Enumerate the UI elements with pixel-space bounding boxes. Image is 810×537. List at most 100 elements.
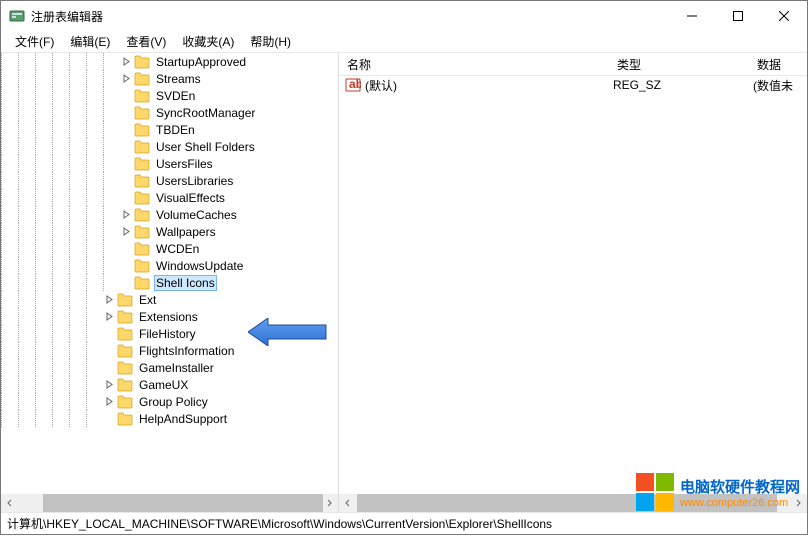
string-value-icon: ab	[345, 77, 361, 93]
scroll-left-icon[interactable]	[1, 494, 19, 512]
tree-item-label: UsersLibraries	[154, 174, 235, 188]
list-hscrollbar[interactable]	[339, 494, 807, 512]
scroll-right-icon[interactable]	[789, 494, 807, 512]
list-row[interactable]: ab (默认) REG_SZ (数值未	[339, 76, 807, 94]
menubar: 文件(F) 编辑(E) 查看(V) 收藏夹(A) 帮助(H)	[1, 31, 807, 53]
tree-item-label: FlightsInformation	[137, 344, 236, 358]
folder-icon	[117, 378, 133, 392]
tree-item-syncrootmanager[interactable]: SyncRootManager	[1, 104, 338, 121]
folder-icon	[134, 174, 150, 188]
tree-item-volumecaches[interactable]: VolumeCaches	[1, 206, 338, 223]
folder-icon	[117, 412, 133, 426]
expander-icon[interactable]	[120, 57, 132, 66]
expander-icon[interactable]	[103, 397, 115, 406]
tree-item-group-policy[interactable]: Group Policy	[1, 393, 338, 410]
scroll-thumb[interactable]	[43, 494, 323, 512]
tree-item-user-shell-folders[interactable]: User Shell Folders	[1, 138, 338, 155]
folder-icon	[134, 55, 150, 69]
folder-icon	[134, 140, 150, 154]
expander-icon[interactable]	[120, 210, 132, 219]
tree-item-filehistory[interactable]: FileHistory	[1, 325, 338, 342]
tree-item-flightsinformation[interactable]: FlightsInformation	[1, 342, 338, 359]
tree-item-svden[interactable]: SVDEn	[1, 87, 338, 104]
titlebar[interactable]: 注册表编辑器	[1, 1, 807, 31]
col-type[interactable]: 类型	[609, 53, 749, 75]
tree-item-userslibraries[interactable]: UsersLibraries	[1, 172, 338, 189]
folder-icon	[117, 344, 133, 358]
scroll-thumb[interactable]	[357, 494, 777, 512]
tree-item-label: SVDEn	[154, 89, 197, 103]
tree-item-label: User Shell Folders	[154, 140, 257, 154]
tree-hscrollbar[interactable]	[1, 494, 338, 512]
expander-icon[interactable]	[103, 295, 115, 304]
scroll-left-icon[interactable]	[339, 494, 357, 512]
app-icon	[9, 8, 25, 24]
tree-item-label: HelpAndSupport	[137, 412, 229, 426]
window-buttons	[669, 1, 807, 31]
menu-file[interactable]: 文件(F)	[7, 31, 62, 52]
tree-item-label: GameUX	[137, 378, 190, 392]
folder-icon	[134, 123, 150, 137]
col-data[interactable]: 数据	[749, 53, 807, 75]
window-title: 注册表编辑器	[31, 8, 669, 25]
tree-item-label: Group Policy	[137, 395, 210, 409]
value-type: REG_SZ	[613, 78, 753, 92]
tree-item-label: WCDEn	[154, 242, 201, 256]
folder-icon	[117, 395, 133, 409]
tree-item-label: VolumeCaches	[154, 208, 239, 222]
menu-view[interactable]: 查看(V)	[118, 31, 174, 52]
tree-item-extensions[interactable]: Extensions	[1, 308, 338, 325]
expander-icon[interactable]	[103, 312, 115, 321]
list-header[interactable]: 名称 类型 数据	[339, 53, 807, 76]
close-button[interactable]	[761, 1, 807, 31]
expander-icon[interactable]	[120, 74, 132, 83]
tree-item-windowsupdate[interactable]: WindowsUpdate	[1, 257, 338, 274]
tree-item-startupapproved[interactable]: StartupApproved	[1, 53, 338, 70]
tree-item-label: StartupApproved	[154, 55, 248, 69]
folder-icon	[117, 327, 133, 341]
tree-item-usersfiles[interactable]: UsersFiles	[1, 155, 338, 172]
tree-item-wcden[interactable]: WCDEn	[1, 240, 338, 257]
folder-icon	[117, 293, 133, 307]
status-bar: 计算机\HKEY_LOCAL_MACHINE\SOFTWARE\Microsof…	[1, 512, 807, 534]
folder-icon	[134, 72, 150, 86]
tree-item-visualeffects[interactable]: VisualEffects	[1, 189, 338, 206]
folder-icon	[134, 276, 150, 290]
value-name: (默认)	[365, 77, 613, 94]
folder-icon	[134, 242, 150, 256]
status-path: 计算机\HKEY_LOCAL_MACHINE\SOFTWARE\Microsof…	[7, 515, 552, 532]
minimize-button[interactable]	[669, 1, 715, 31]
tree-item-label: Shell Icons	[154, 275, 217, 291]
tree-item-label: Wallpapers	[154, 225, 218, 239]
folder-icon	[134, 225, 150, 239]
tree-item-gameinstaller[interactable]: GameInstaller	[1, 359, 338, 376]
tree-item-ext[interactable]: Ext	[1, 291, 338, 308]
folder-icon	[134, 259, 150, 273]
tree-item-streams[interactable]: Streams	[1, 70, 338, 87]
folder-icon	[117, 361, 133, 375]
tree-item-label: GameInstaller	[137, 361, 216, 375]
folder-icon	[117, 310, 133, 324]
expander-icon[interactable]	[103, 380, 115, 389]
registry-editor-window: 注册表编辑器 文件(F) 编辑(E) 查看(V) 收藏夹(A) 帮助(H) St…	[0, 0, 808, 535]
tree-item-wallpapers[interactable]: Wallpapers	[1, 223, 338, 240]
tree-item-label: VisualEffects	[154, 191, 227, 205]
tree-pane[interactable]: StartupApprovedStreams SVDEnSyncRootManag…	[1, 53, 339, 512]
maximize-button[interactable]	[715, 1, 761, 31]
tree-item-label: Ext	[137, 293, 158, 307]
tree-item-tbden[interactable]: TBDEn	[1, 121, 338, 138]
value-data: (数值未	[753, 77, 793, 94]
expander-icon[interactable]	[120, 227, 132, 236]
menu-favorites[interactable]: 收藏夹(A)	[174, 31, 242, 52]
folder-icon	[134, 208, 150, 222]
values-pane[interactable]: 名称 类型 数据 ab (默认) REG_SZ (数值未	[339, 53, 807, 512]
menu-edit[interactable]: 编辑(E)	[62, 31, 118, 52]
tree-item-shell-icons[interactable]: Shell Icons	[1, 274, 338, 291]
menu-help[interactable]: 帮助(H)	[242, 31, 299, 52]
tree-item-helpandsupport[interactable]: HelpAndSupport	[1, 410, 338, 427]
client-area: StartupApprovedStreams SVDEnSyncRootManag…	[1, 53, 807, 512]
folder-icon	[134, 191, 150, 205]
col-name[interactable]: 名称	[339, 53, 609, 75]
folder-icon	[134, 157, 150, 171]
tree-item-gameux[interactable]: GameUX	[1, 376, 338, 393]
